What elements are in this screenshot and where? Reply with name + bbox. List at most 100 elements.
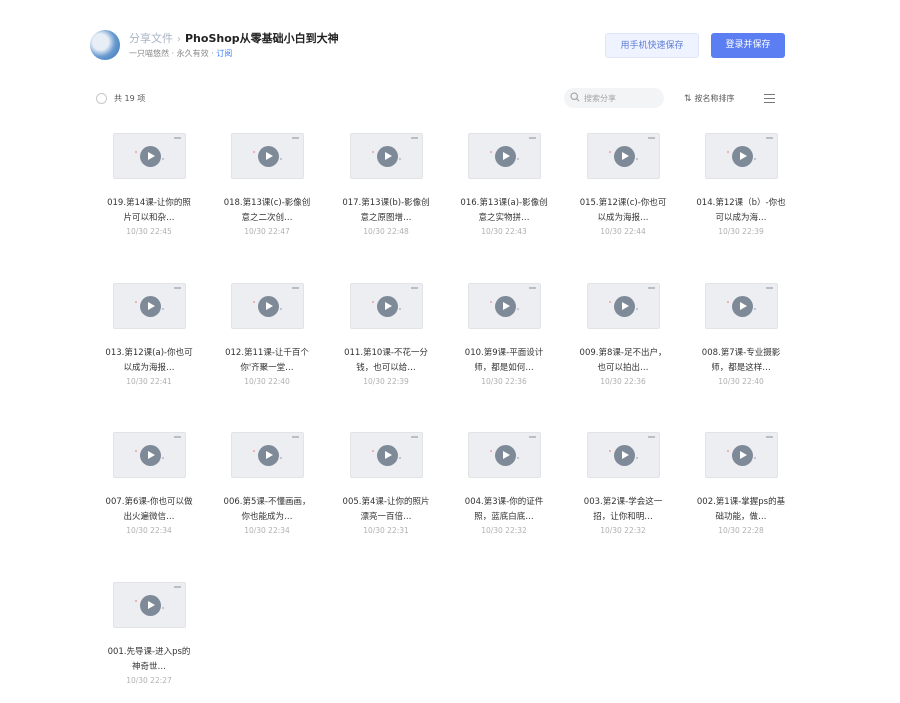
- video-thumbnail[interactable]: [113, 582, 186, 628]
- file-date: 10/30 22:45: [126, 227, 172, 236]
- subscribe-link[interactable]: 订阅: [216, 49, 232, 58]
- file-name[interactable]: 008.第7课-专业摄影师，都是这样…: [696, 346, 786, 376]
- video-thumbnail[interactable]: [468, 283, 541, 329]
- file-item[interactable]: 009.第8课-足不出户，也可以拍出… 10/30 22:36: [564, 278, 682, 408]
- file-name[interactable]: 005.第4课-让你的照片漂亮一百倍…: [341, 495, 431, 525]
- video-thumbnail[interactable]: [468, 432, 541, 478]
- file-name[interactable]: 016.第13课(a)-影像创意之实物拼…: [459, 196, 549, 226]
- avatar[interactable]: [90, 30, 120, 60]
- video-thumbnail[interactable]: [468, 133, 541, 179]
- video-thumbnail[interactable]: [350, 283, 423, 329]
- file-item[interactable]: 004.第3课-你的证件照，蓝底白底… 10/30 22:32: [445, 427, 563, 557]
- file-name[interactable]: 014.第12课（b）-你也可以成为海…: [696, 196, 786, 226]
- play-icon: [732, 296, 753, 317]
- file-name[interactable]: 010.第9课-平面设计师，都是如何…: [459, 346, 549, 376]
- phone-save-button[interactable]: 用手机快速保存: [605, 33, 699, 58]
- file-name[interactable]: 011.第10课-不花一分钱，也可以给…: [341, 346, 431, 376]
- file-name[interactable]: 006.第5课-不懂画画，你也能成为…: [222, 495, 312, 525]
- search-input[interactable]: [584, 91, 660, 105]
- video-thumbnail[interactable]: [231, 283, 304, 329]
- share-meta-text: 一只喵悠然 · 永久有效 ·: [129, 49, 217, 58]
- list-view-icon[interactable]: [764, 94, 775, 103]
- video-thumbnail[interactable]: [231, 432, 304, 478]
- file-item[interactable]: 018.第13课(c)-影像创意之二次创… 10/30 22:47: [208, 128, 326, 258]
- thumbnail-dot: [490, 450, 492, 452]
- file-name[interactable]: 007.第6课-你也可以做出火遍微信…: [104, 495, 194, 525]
- file-item[interactable]: 016.第13课(a)-影像创意之实物拼… 10/30 22:43: [445, 128, 563, 258]
- file-name[interactable]: 018.第13课(c)-影像创意之二次创…: [222, 196, 312, 226]
- play-icon: [614, 296, 635, 317]
- video-thumbnail[interactable]: [113, 432, 186, 478]
- file-item[interactable]: 003.第2课-学会这一招，让你和明… 10/30 22:32: [564, 427, 682, 557]
- thumbnail-badge: [766, 137, 773, 139]
- thumbnail-badge: [529, 137, 536, 139]
- video-thumbnail[interactable]: [587, 133, 660, 179]
- file-date: 10/30 22:27: [126, 676, 172, 685]
- file-name[interactable]: 001.先导课-进入ps的神奇世…: [104, 645, 194, 675]
- file-date: 10/30 22:36: [600, 377, 646, 386]
- search-box[interactable]: [564, 88, 664, 108]
- video-thumbnail[interactable]: [705, 432, 778, 478]
- play-icon: [614, 146, 635, 167]
- video-thumbnail[interactable]: [350, 432, 423, 478]
- file-item[interactable]: 006.第5课-不懂画画，你也能成为… 10/30 22:34: [208, 427, 326, 557]
- file-name[interactable]: 003.第2课-学会这一招，让你和明…: [578, 495, 668, 525]
- thumbnail-dot: [372, 450, 374, 452]
- select-all-checkbox[interactable]: [96, 93, 107, 104]
- file-name[interactable]: 012.第11课-让千百个你'齐聚一堂…: [222, 346, 312, 376]
- file-date: 10/30 22:32: [600, 526, 646, 535]
- file-item[interactable]: 007.第6课-你也可以做出火遍微信… 10/30 22:34: [90, 427, 208, 557]
- video-thumbnail[interactable]: [587, 432, 660, 478]
- video-thumbnail[interactable]: [350, 133, 423, 179]
- thumbnail-dot: [517, 158, 519, 160]
- file-name[interactable]: 019.第14课-让你的照片可以和杂…: [104, 196, 194, 226]
- file-date: 10/30 22:34: [244, 526, 290, 535]
- file-item[interactable]: 001.先导课-进入ps的神奇世… 10/30 22:27: [90, 577, 208, 703]
- sort-button[interactable]: ⇅ 按名称排序: [684, 93, 735, 104]
- thumbnail-badge: [174, 137, 181, 139]
- chevron-right-icon: ›: [177, 34, 181, 45]
- file-item[interactable]: 019.第14课-让你的照片可以和杂… 10/30 22:45: [90, 128, 208, 258]
- file-name[interactable]: 017.第13课(b)-影像创意之原图增…: [341, 196, 431, 226]
- file-item[interactable]: 014.第12课（b）-你也可以成为海… 10/30 22:39: [682, 128, 800, 258]
- item-count: 共 19 项: [114, 94, 146, 103]
- file-item[interactable]: 012.第11课-让千百个你'齐聚一堂… 10/30 22:40: [208, 278, 326, 408]
- video-thumbnail[interactable]: [113, 133, 186, 179]
- file-toolbar: 共 19 项 ⇅按名称排序: [96, 88, 786, 110]
- thumbnail-dot: [490, 301, 492, 303]
- thumbnail-dot: [253, 301, 255, 303]
- file-name[interactable]: 002.第1课-掌握ps的基础功能，做…: [696, 495, 786, 525]
- thumbnail-dot: [399, 308, 401, 310]
- thumbnail-dot: [517, 457, 519, 459]
- file-date: 10/30 22:34: [126, 526, 172, 535]
- file-item[interactable]: 005.第4课-让你的照片漂亮一百倍… 10/30 22:31: [327, 427, 445, 557]
- file-item[interactable]: 008.第7课-专业摄影师，都是这样… 10/30 22:40: [682, 278, 800, 408]
- video-thumbnail[interactable]: [113, 283, 186, 329]
- thumbnail-badge: [766, 287, 773, 289]
- play-icon: [732, 445, 753, 466]
- file-name[interactable]: 009.第8课-足不出户，也可以拍出…: [578, 346, 668, 376]
- thumbnail-dot: [727, 301, 729, 303]
- file-name[interactable]: 015.第12课(c)-你也可以成为海报…: [578, 196, 668, 226]
- file-item[interactable]: 017.第13课(b)-影像创意之原图增… 10/30 22:48: [327, 128, 445, 258]
- file-date: 10/30 22:31: [363, 526, 409, 535]
- thumbnail-dot: [754, 158, 756, 160]
- video-thumbnail[interactable]: [231, 133, 304, 179]
- file-name[interactable]: 013.第12课(a)-你也可以成为海报…: [104, 346, 194, 376]
- breadcrumb-shared-files[interactable]: 分享文件: [129, 32, 173, 45]
- page-title: PhoShop从零基础小白到大神: [185, 32, 339, 45]
- file-item[interactable]: 013.第12课(a)-你也可以成为海报… 10/30 22:41: [90, 278, 208, 408]
- file-item[interactable]: 015.第12课(c)-你也可以成为海报… 10/30 22:44: [564, 128, 682, 258]
- login-save-button[interactable]: 登录并保存: [711, 33, 785, 58]
- file-date: 10/30 22:48: [363, 227, 409, 236]
- thumbnail-dot: [372, 301, 374, 303]
- file-item[interactable]: 002.第1课-掌握ps的基础功能，做… 10/30 22:28: [682, 427, 800, 557]
- file-item[interactable]: 010.第9课-平面设计师，都是如何… 10/30 22:36: [445, 278, 563, 408]
- video-thumbnail[interactable]: [587, 283, 660, 329]
- file-item[interactable]: 011.第10课-不花一分钱，也可以给… 10/30 22:39: [327, 278, 445, 408]
- video-thumbnail[interactable]: [705, 283, 778, 329]
- file-name[interactable]: 004.第3课-你的证件照，蓝底白底…: [459, 495, 549, 525]
- video-thumbnail[interactable]: [705, 133, 778, 179]
- thumbnail-dot: [162, 308, 164, 310]
- thumbnail-dot: [280, 158, 282, 160]
